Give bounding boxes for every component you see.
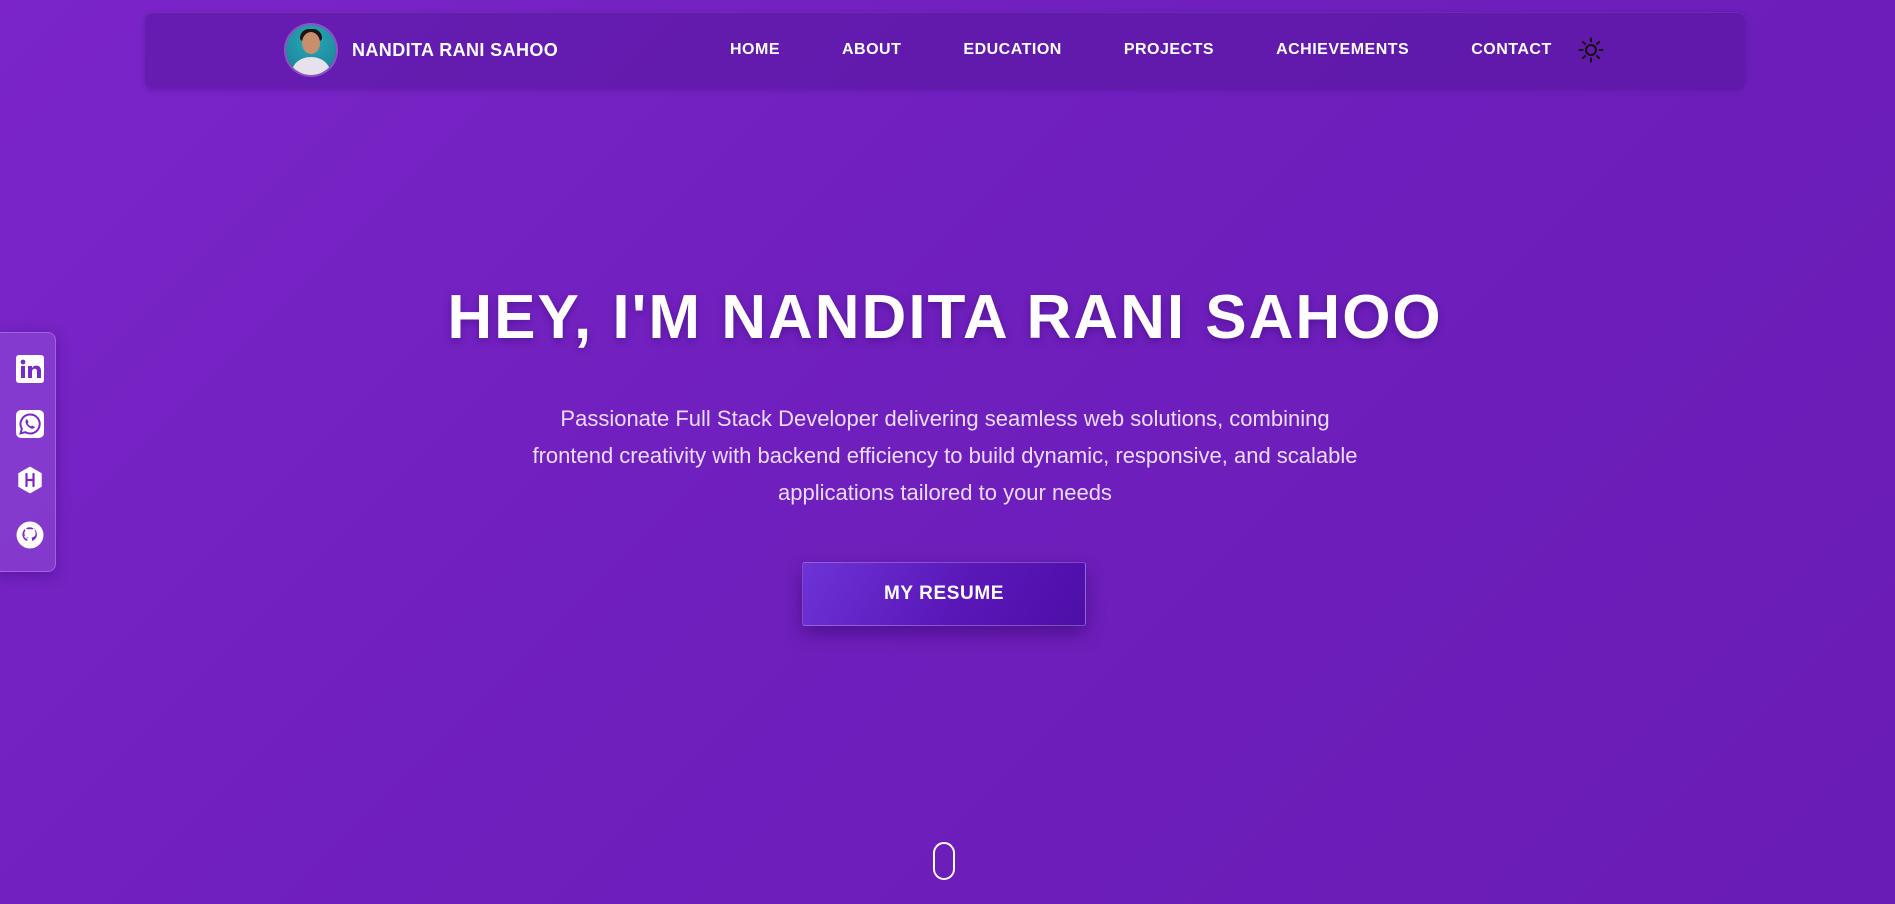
whatsapp-link[interactable]	[14, 408, 46, 440]
nav-link-projects[interactable]: PROJECTS	[1124, 41, 1214, 59]
nav-link-about[interactable]: ABOUT	[842, 41, 901, 59]
navbar: NANDITA RANI SAHOO HOME ABOUT EDUCATION …	[145, 12, 1745, 88]
social-sidebar	[0, 332, 56, 572]
hashnode-icon	[18, 466, 42, 494]
nav-links: HOME ABOUT EDUCATION PROJECTS ACHIEVEMEN…	[730, 12, 1552, 88]
brand-name: NANDITA RANI SAHOO	[352, 39, 559, 60]
hero-title: HEY, I'M NANDITA RANI SAHOO	[447, 283, 1443, 352]
nav-link-achievements[interactable]: ACHIEVEMENTS	[1276, 41, 1409, 59]
brand-link[interactable]: NANDITA RANI SAHOO	[286, 25, 558, 75]
sun-icon	[1578, 37, 1604, 63]
nav-link-contact[interactable]: CONTACT	[1471, 41, 1552, 59]
nav-link-home[interactable]: HOME	[730, 41, 780, 59]
linkedin-link[interactable]	[14, 353, 46, 385]
nav-link-education[interactable]: EDUCATION	[963, 41, 1061, 59]
github-icon	[16, 521, 44, 549]
linkedin-icon	[16, 354, 44, 383]
hashnode-link[interactable]	[14, 464, 46, 496]
scroll-down-indicator[interactable]	[933, 842, 955, 880]
whatsapp-icon	[16, 410, 44, 439]
avatar	[286, 25, 336, 75]
github-link[interactable]	[14, 519, 46, 551]
hero-description: Passionate Full Stack Developer deliveri…	[532, 406, 1358, 505]
theme-toggle-button[interactable]	[1577, 36, 1605, 64]
resume-button[interactable]: MY RESUME	[802, 562, 1086, 626]
